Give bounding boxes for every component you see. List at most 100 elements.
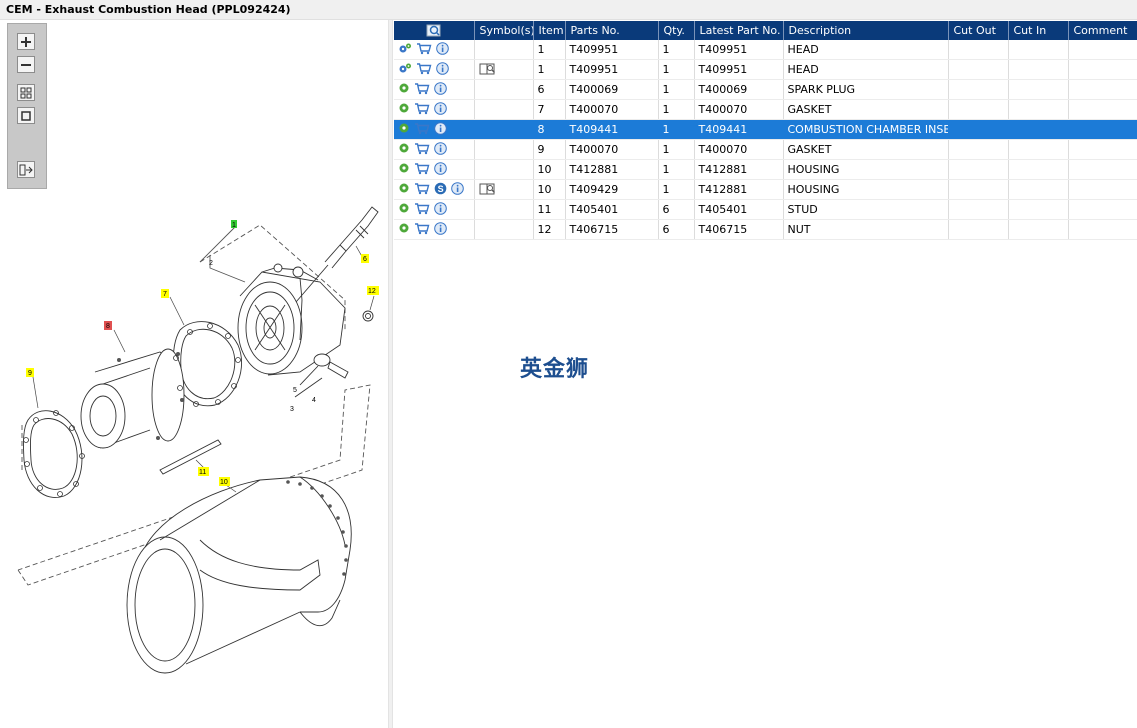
- cart-icon[interactable]: [414, 142, 430, 158]
- gear-icon[interactable]: [398, 202, 410, 217]
- comment-cell: [1068, 40, 1137, 60]
- part-no-cell: T406715: [565, 219, 659, 240]
- gear-icon[interactable]: [398, 182, 410, 197]
- table-row[interactable]: 1 T409951 1 T409951 HEAD: [394, 40, 1137, 60]
- info-icon[interactable]: [434, 161, 447, 178]
- gear-icon[interactable]: [398, 222, 410, 237]
- parts-grid: Symbol(s) Item Parts No. Qty. Latest Par…: [394, 21, 1137, 240]
- column-header-actions[interactable]: [394, 21, 475, 40]
- zoom-in-button[interactable]: [17, 33, 35, 50]
- title-bar: CEM - Exhaust Combustion Head (PPL092424…: [0, 0, 1137, 20]
- qty-cell: 1: [658, 59, 695, 80]
- column-header-item[interactable]: Item: [533, 21, 566, 40]
- info-icon[interactable]: [434, 121, 447, 138]
- info-icon[interactable]: [434, 201, 447, 218]
- item-cell: 10: [533, 159, 566, 180]
- cart-icon[interactable]: [414, 222, 430, 238]
- cut-out-cell: [948, 139, 1009, 160]
- s-icon[interactable]: S: [434, 182, 447, 198]
- cart-icon[interactable]: [414, 202, 430, 218]
- svg-text:S: S: [438, 184, 444, 194]
- table-row[interactable]: 8 T409441 1 T409441 COMBUSTION CHAMBER INSER…: [394, 119, 1137, 140]
- pane-splitter[interactable]: [388, 20, 393, 728]
- row-actions: S: [394, 179, 475, 200]
- part-no-cell: T409441: [565, 119, 659, 140]
- description-cell: COMBUSTION CHAMBER INSERT: [783, 119, 949, 140]
- table-row[interactable]: 12 T406715 6 T406715 NUT: [394, 219, 1137, 240]
- symbol-cell: [474, 159, 534, 180]
- book-icon[interactable]: [479, 182, 497, 198]
- item-cell: 1: [533, 40, 566, 60]
- cut-in-cell: [1008, 179, 1069, 200]
- column-header-description[interactable]: Description: [783, 21, 949, 40]
- book-icon[interactable]: [479, 62, 497, 78]
- item-cell: 6: [533, 79, 566, 100]
- diagram-pane[interactable]: 1 2 3 4 5 6 7 8 9 10 11 12: [0, 20, 388, 728]
- table-row[interactable]: 10 T412881 1 T412881 HOUSING: [394, 159, 1137, 180]
- latest-part-no-cell: T400070: [694, 139, 784, 160]
- table-row[interactable]: S 10 T409429 1 T412881 HOUSING: [394, 179, 1137, 200]
- info-icon[interactable]: [434, 141, 447, 158]
- cut-out-cell: [948, 219, 1009, 240]
- column-header-qty[interactable]: Qty.: [658, 21, 695, 40]
- info-icon[interactable]: [436, 41, 449, 58]
- info-icon[interactable]: [436, 61, 449, 78]
- info-icon[interactable]: [434, 81, 447, 98]
- column-header-comment[interactable]: Comment: [1068, 21, 1137, 40]
- exploded-diagram[interactable]: 1 2 3 4 5 6 7 8 9 10 11 12: [0, 20, 388, 728]
- latest-part-no-cell: T412881: [694, 159, 784, 180]
- cart-icon[interactable]: [414, 82, 430, 98]
- row-actions: [394, 99, 475, 120]
- cart-icon[interactable]: [416, 62, 432, 78]
- description-cell: HOUSING: [783, 179, 949, 200]
- column-header-symbols[interactable]: Symbol(s): [474, 21, 534, 40]
- table-row[interactable]: 9 T400070 1 T400070 GASKET: [394, 139, 1137, 160]
- comment-cell: [1068, 139, 1137, 160]
- comment-cell: [1068, 79, 1137, 100]
- cut-in-cell: [1008, 59, 1069, 80]
- qty-cell: 1: [658, 119, 695, 140]
- search-parts-icon[interactable]: [426, 24, 442, 38]
- cart-icon[interactable]: [414, 182, 430, 198]
- export-button[interactable]: [17, 161, 35, 178]
- row-actions: [394, 159, 475, 180]
- info-icon[interactable]: [434, 101, 447, 118]
- cart-icon[interactable]: [414, 102, 430, 118]
- callout-2-label: 2: [209, 260, 213, 267]
- actual-size-button[interactable]: [17, 107, 35, 124]
- column-header-latest-part-no[interactable]: Latest Part No.: [694, 21, 784, 40]
- gear-icon[interactable]: [398, 82, 410, 97]
- qty-cell: 1: [658, 40, 695, 60]
- qty-cell: 1: [658, 79, 695, 100]
- fit-all-button[interactable]: [17, 84, 35, 101]
- description-cell: HEAD: [783, 40, 949, 60]
- row-actions: [394, 119, 475, 140]
- info-icon[interactable]: [434, 221, 447, 238]
- gear-icon[interactable]: [398, 142, 410, 157]
- part-no-cell: T409429: [565, 179, 659, 200]
- cut-in-cell: [1008, 40, 1069, 60]
- cart-icon[interactable]: [416, 42, 432, 58]
- info-icon[interactable]: [451, 181, 464, 198]
- cart-icon[interactable]: [414, 122, 430, 138]
- zoom-out-button[interactable]: [17, 56, 35, 73]
- symbol-cell: [474, 219, 534, 240]
- table-row[interactable]: 11 T405401 6 T405401 STUD: [394, 199, 1137, 220]
- table-row[interactable]: 7 T400070 1 T400070 GASKET: [394, 99, 1137, 120]
- table-row[interactable]: 6 T400069 1 T400069 SPARK PLUG: [394, 79, 1137, 100]
- part-no-cell: T409951: [565, 59, 659, 80]
- symbol-cell: [474, 139, 534, 160]
- gear-icon[interactable]: [398, 122, 410, 137]
- column-header-cut-in[interactable]: Cut In: [1008, 21, 1069, 40]
- cart-icon[interactable]: [414, 162, 430, 178]
- gears-icon[interactable]: [398, 62, 412, 77]
- column-header-parts-no[interactable]: Parts No.: [565, 21, 659, 40]
- gear-icon[interactable]: [398, 102, 410, 117]
- gears-icon[interactable]: [398, 42, 412, 57]
- column-header-cut-out[interactable]: Cut Out: [948, 21, 1009, 40]
- table-row[interactable]: 1 T409951 1 T409951 HEAD: [394, 59, 1137, 80]
- fit-grid-icon: [20, 87, 32, 98]
- description-cell: NUT: [783, 219, 949, 240]
- qty-cell: 6: [658, 219, 695, 240]
- gear-icon[interactable]: [398, 162, 410, 177]
